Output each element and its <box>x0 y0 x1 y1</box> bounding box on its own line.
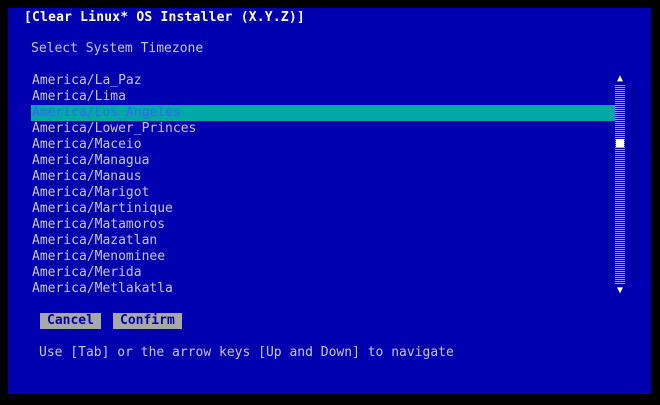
window-title: [Clear Linux* OS Installer (X.Y.Z)] <box>24 10 305 25</box>
timezone-item[interactable]: America/Merida <box>31 265 616 281</box>
scroll-down-icon[interactable]: ▼ <box>615 285 625 297</box>
scroll-thumb[interactable] <box>616 139 624 147</box>
navigation-hint: Use [Tab] or the arrow keys [Up and Down… <box>39 345 454 360</box>
timezone-item[interactable]: America/Maceio <box>31 137 616 153</box>
timezone-item[interactable]: America/Martinique <box>31 201 616 217</box>
timezone-item[interactable]: America/Lima <box>31 89 616 105</box>
cancel-button[interactable]: Cancel <box>40 313 101 329</box>
timezone-item[interactable]: America/Marigot <box>31 185 616 201</box>
timezone-scrollbar[interactable]: ▲ ▼ <box>615 73 625 297</box>
timezone-item-selected[interactable]: America/Los_Angeles <box>31 105 616 121</box>
timezone-item[interactable]: America/Manaus <box>31 169 616 185</box>
confirm-button[interactable]: Confirm <box>113 313 182 329</box>
installer-screen: [Clear Linux* OS Installer (X.Y.Z)] Sele… <box>8 8 651 394</box>
timezone-item[interactable]: America/Mazatlan <box>31 233 616 249</box>
timezone-item[interactable]: America/Managua <box>31 153 616 169</box>
timezone-list[interactable]: America/La_Paz America/Lima America/Los_An… <box>31 73 616 297</box>
timezone-item[interactable]: America/Menominee <box>31 249 616 265</box>
page-heading: Select System Timezone <box>31 41 204 56</box>
timezone-item[interactable]: America/Matamoros <box>31 217 616 233</box>
timezone-item[interactable]: America/Metlakatla <box>31 281 616 297</box>
timezone-item[interactable]: America/La_Paz <box>31 73 616 89</box>
scroll-up-icon[interactable]: ▲ <box>615 73 625 85</box>
timezone-item[interactable]: America/Lower_Princes <box>31 121 616 137</box>
